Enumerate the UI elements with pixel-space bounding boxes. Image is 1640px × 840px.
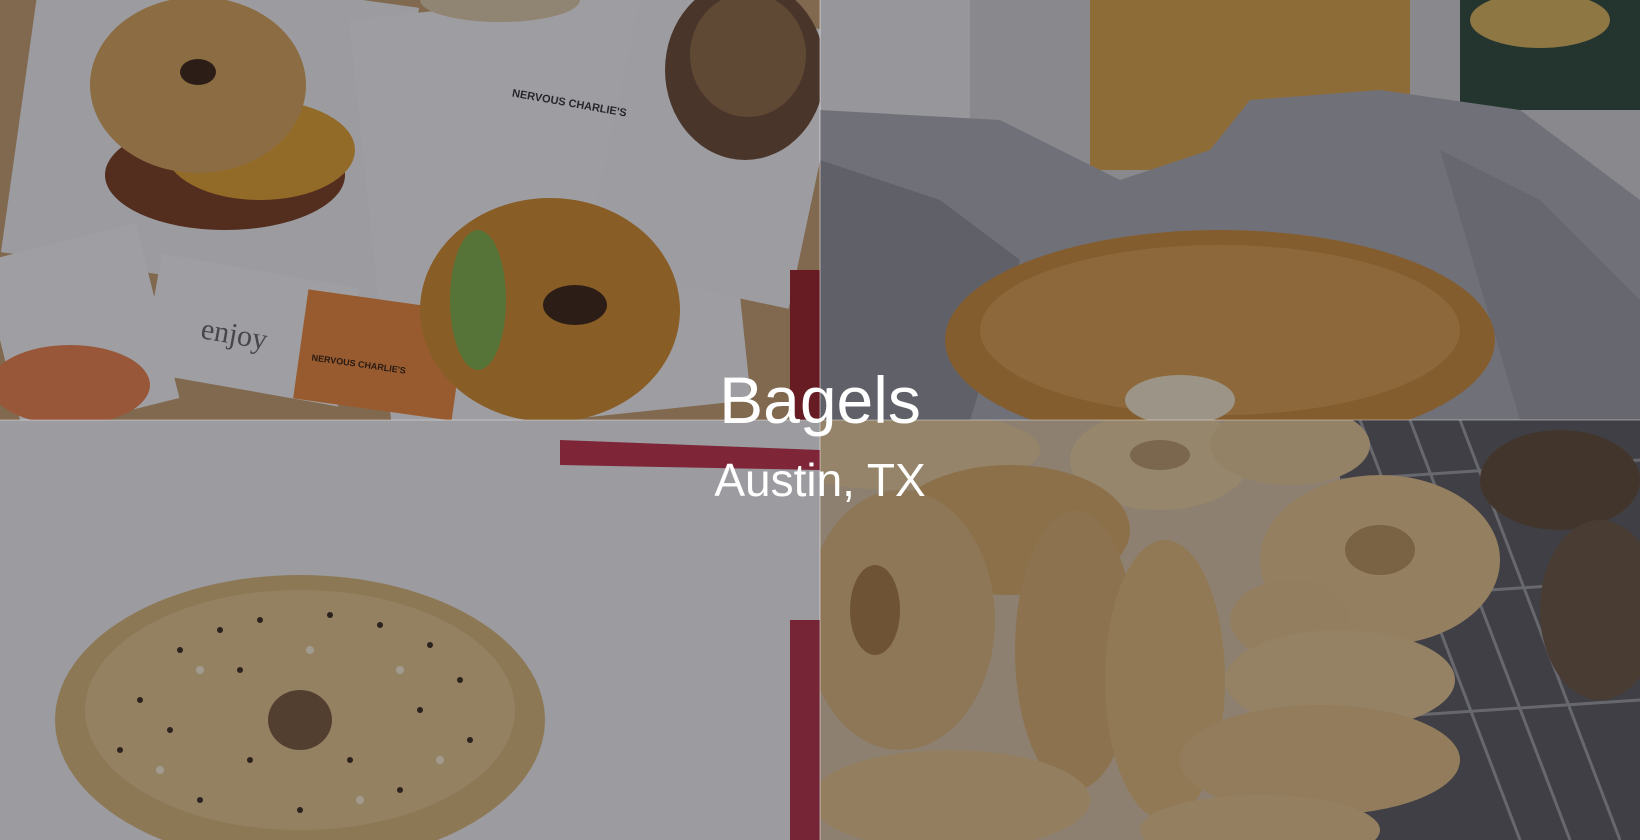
photo-collage: enjoy NERVOUS CHARLIE'S NERVOUS CHARLIE'… [0, 0, 1640, 840]
everything-bagel-image [0, 420, 820, 840]
sandwiches-image: enjoy NERVOUS CHARLIE'S NERVOUS CHARLIE'… [0, 0, 820, 420]
collage-divider-horizontal [0, 419, 1640, 421]
photo-foil-bagel [820, 0, 1640, 420]
bagel-basket-image [820, 420, 1640, 840]
photo-bagel-basket [820, 420, 1640, 840]
photo-sandwiches: enjoy NERVOUS CHARLIE'S NERVOUS CHARLIE'… [0, 0, 820, 420]
foil-bagel-image [820, 0, 1640, 420]
photo-everything-bagel [0, 420, 820, 840]
